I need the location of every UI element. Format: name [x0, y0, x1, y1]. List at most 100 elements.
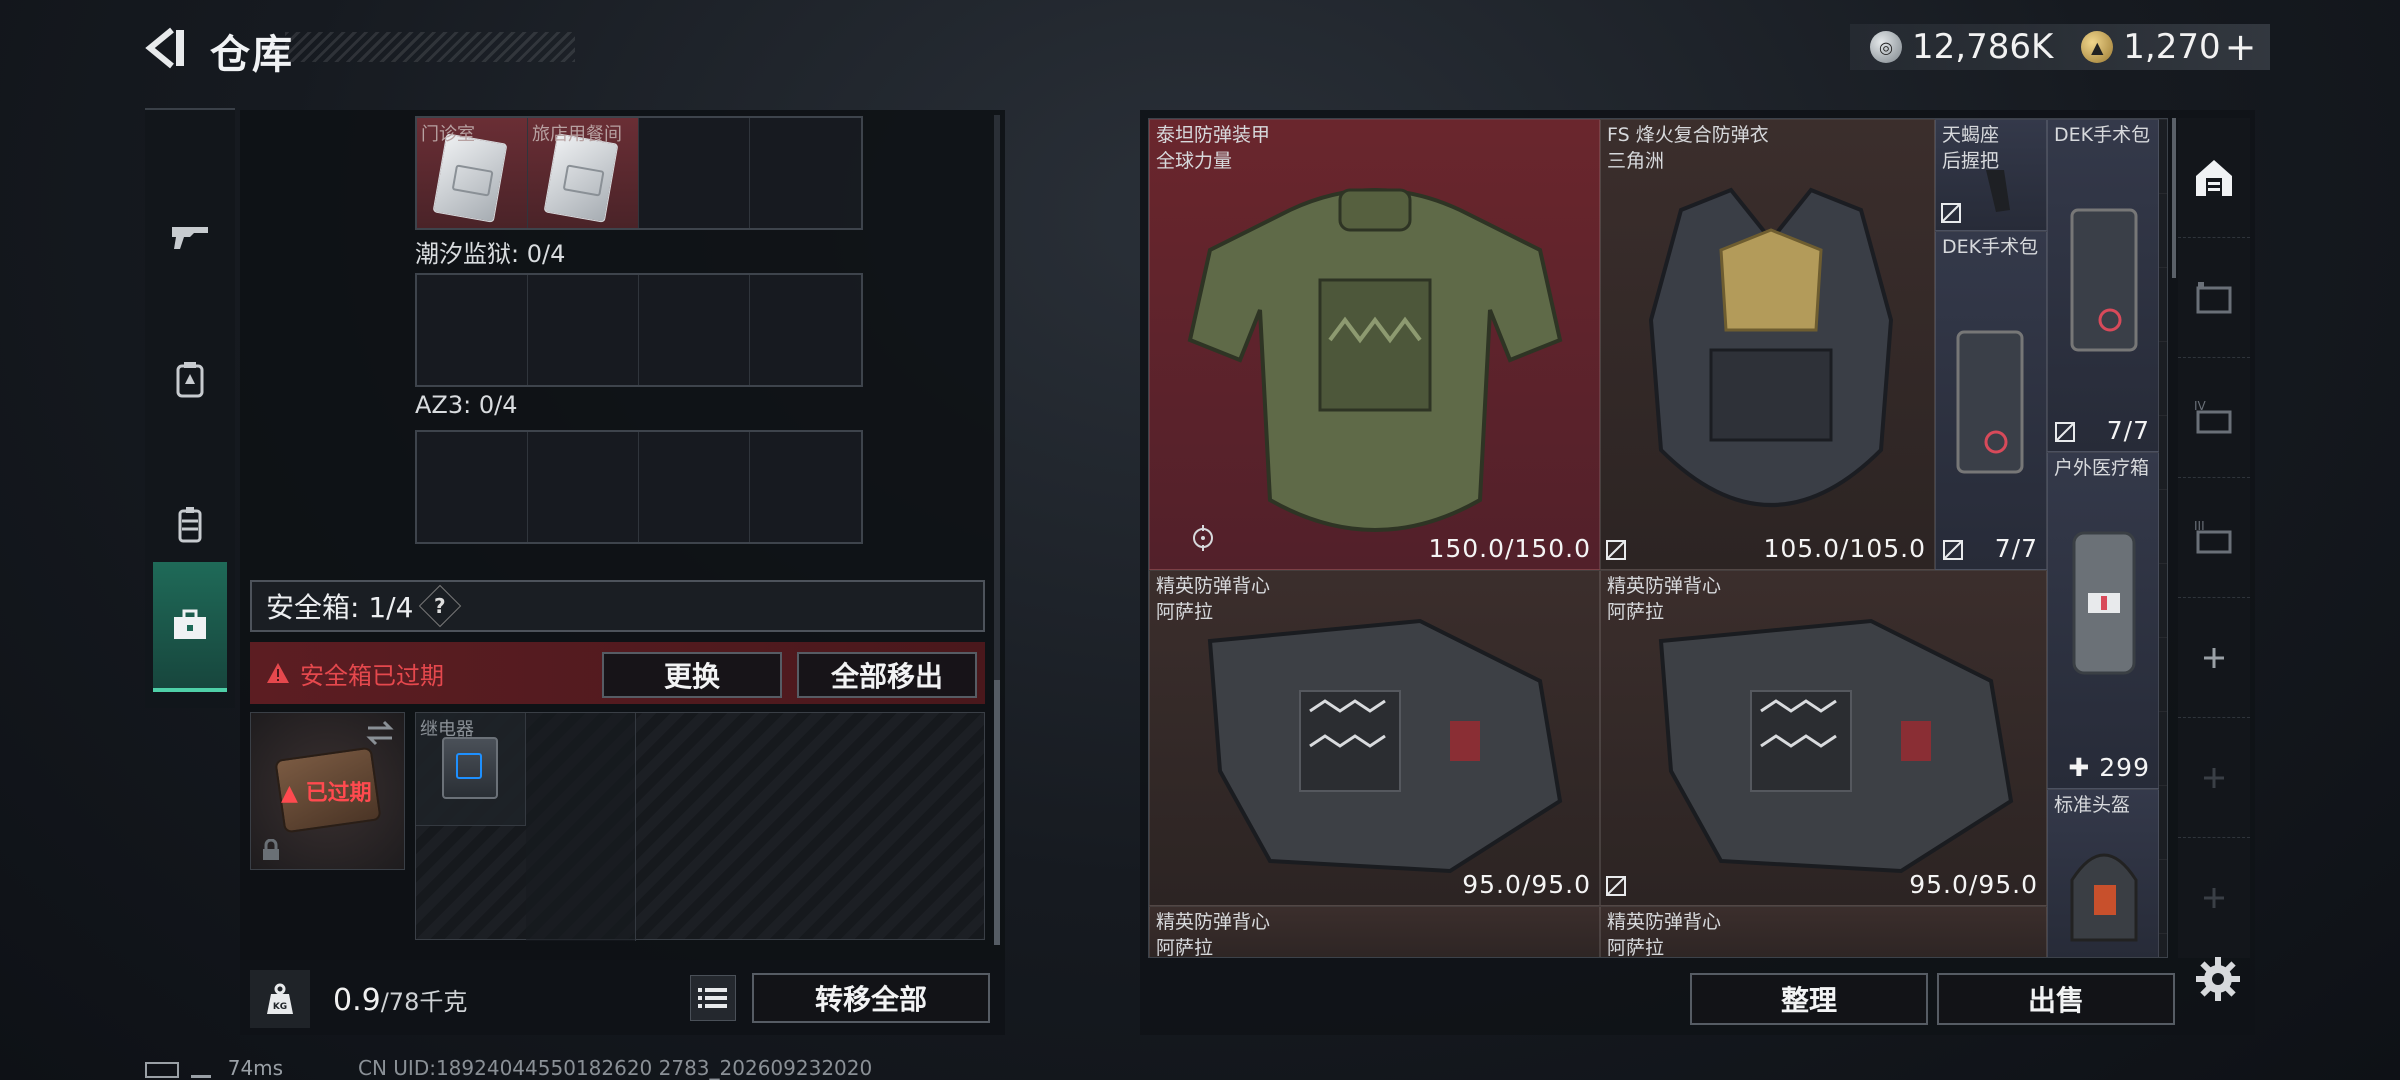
keycard-slot-empty[interactable] [750, 432, 861, 542]
tab-stash-4[interactable]: IV [2178, 358, 2250, 478]
ping-value: 74ms [227, 1056, 284, 1080]
stash-item[interactable]: 精英防弹背心 阿萨拉 [1600, 906, 2047, 958]
plus-icon [2204, 888, 2224, 908]
stash-grid: 泰坦防弹装甲 全球力量 150.0/150.0 FS 烽火复合防弹衣 三角洲 1… [1148, 118, 2168, 958]
signal-icon [191, 1062, 212, 1078]
keycard-label: 旅店用餐间 [532, 124, 622, 145]
svg-text:KG: KG [273, 1002, 287, 1012]
stash-item[interactable]: 精英防弹背心 阿萨拉 [1149, 906, 1600, 957]
keycard-slot-empty[interactable] [417, 275, 528, 385]
item-uses: 7/7 [1994, 534, 2038, 563]
surgery-kit-image [2070, 208, 2138, 352]
stash-item[interactable]: 泰坦防弹装甲 全球力量 150.0/150.0 [1149, 119, 1600, 570]
armor-image [1187, 188, 1563, 532]
stash-item[interactable]: DEK手术包 7/7 [2047, 119, 2159, 452]
back-arrow-icon [145, 27, 184, 69]
list-view-button[interactable] [690, 975, 736, 1021]
safebox-item[interactable]: ▲ 已过期 [250, 712, 405, 870]
gun-icon [172, 227, 208, 249]
add-stash-page-button-disabled [2178, 838, 2250, 958]
backpack-icon [176, 362, 204, 398]
item-subtitle: 阿萨拉 [1607, 937, 1665, 958]
keycard-slot-empty[interactable] [639, 275, 750, 385]
tab-weapons[interactable] [145, 170, 235, 300]
stash-page-icon [2196, 281, 2232, 313]
sell-button[interactable]: 出售 [1937, 973, 2175, 1025]
vest-image [1658, 618, 2014, 874]
safebox-status-text: 已过期 [305, 781, 372, 806]
item-subtitle: 三角洲 [1607, 150, 1665, 172]
medkit-image [2072, 531, 2136, 675]
swap-icon [366, 720, 394, 746]
stash-page-icon: IV [2194, 399, 2232, 433]
crosshair-icon [1193, 525, 1213, 551]
inventory-scrollbar-thumb[interactable] [994, 680, 1000, 945]
item-name: FS 烽火复合防弹衣 [1607, 124, 1769, 146]
keycard-slot[interactable]: 旅店用餐间 [528, 118, 639, 228]
stash-item[interactable]: 天蝎座 后握把 [1935, 119, 2047, 231]
keycard-slot-empty[interactable] [417, 432, 528, 542]
safebox-slot[interactable]: 继电器 [416, 713, 526, 826]
gold-coin-icon: ▲ [2081, 31, 2114, 63]
item-name: 精英防弹背心 [1607, 575, 1722, 597]
tab-stash-3[interactable]: III [2178, 478, 2250, 598]
help-button[interactable]: ? [419, 584, 462, 628]
keycard-row: 门诊室 旅店用餐间 [415, 116, 863, 230]
helmet-image [2070, 853, 2138, 942]
stash-item[interactable]: DEK手术包 7/7 [1935, 231, 2047, 570]
keycard-slot-empty[interactable] [639, 118, 750, 228]
keycard-slot[interactable]: 门诊室 [417, 118, 528, 228]
user-uid: CN UID:18924044550182620 2783_2026092320… [358, 1056, 873, 1080]
keycard-slot-empty[interactable] [639, 432, 750, 542]
tab-stash-main[interactable] [2178, 118, 2250, 238]
stash-scrollbar[interactable] [2172, 118, 2176, 278]
keycard-slot-empty[interactable] [750, 275, 861, 385]
stash-page-icon: III [2194, 519, 2232, 553]
stash-item[interactable]: FS 烽火复合防弹衣 三角洲 105.0/105.0 [1600, 119, 1935, 570]
silver-currency-value: 12,786K [1912, 27, 2054, 67]
stash-item[interactable]: 精英防弹背心 阿萨拉 95.0/95.0 [1149, 570, 1600, 906]
no-insurance-icon [2055, 422, 2075, 442]
gold-currency-value: 1,270 [2123, 27, 2221, 67]
add-currency-button[interactable]: + [2225, 25, 2257, 69]
weight-icon: KG [267, 983, 293, 1014]
stash-item[interactable]: 户外医疗箱 ✚ 299 [2047, 452, 2159, 789]
plus-icon [2204, 767, 2224, 788]
tab-stash-2[interactable] [2178, 238, 2250, 358]
stash-item[interactable]: 标准头盔 [2047, 789, 2159, 957]
warning-icon [267, 663, 289, 683]
page-title: 仓库 [210, 32, 294, 78]
add-stash-page-button[interactable] [2178, 598, 2250, 718]
transfer-all-button[interactable]: 转移全部 [752, 973, 990, 1023]
organize-button[interactable]: 整理 [1690, 973, 1928, 1025]
battery-icon [145, 1061, 179, 1078]
surgery-kit-image [1956, 330, 2024, 474]
replace-button[interactable]: 更换 [602, 652, 782, 698]
safebox-expired-label: ▲ 已过期 [281, 781, 372, 806]
safebox-header: 安全箱: 1/4 ? [250, 580, 985, 632]
lock-icon [263, 839, 279, 860]
settings-button[interactable] [2194, 955, 2242, 1003]
item-name: 精英防弹背心 [1156, 911, 1271, 933]
tab-safebox[interactable] [153, 562, 227, 692]
tab-backpack[interactable] [145, 315, 235, 445]
no-insurance-icon [1606, 876, 1626, 896]
keycard-slot-empty[interactable] [528, 275, 639, 385]
safebox-slot-empty[interactable] [526, 713, 636, 941]
safebox-title: 安全箱: 1/4 [266, 591, 414, 624]
vest-image [1207, 618, 1563, 874]
gear-icon [2196, 957, 2240, 1001]
item-subtitle: 阿萨拉 [1156, 601, 1214, 623]
keycard-slot-empty[interactable] [750, 118, 861, 228]
remove-all-button[interactable]: 全部移出 [797, 652, 977, 698]
weight-value: 0.9/78千克 [333, 982, 467, 1018]
item-name: 泰坦防弹装甲 [1156, 124, 1271, 146]
back-button[interactable] [142, 26, 192, 70]
keycard-section-label: 潮汐监狱: 0/4 [415, 240, 566, 268]
stash-item[interactable]: 精英防弹背心 阿萨拉 95.0/95.0 [1600, 570, 2047, 906]
item-uses: ✚ 299 [2068, 753, 2150, 782]
item-uses-value: 299 [2099, 753, 2150, 782]
keycard-slot-empty[interactable] [528, 432, 639, 542]
safebox-expired-text: 安全箱已过期 [300, 661, 444, 690]
weight-capacity: /78千克 [380, 988, 468, 1016]
